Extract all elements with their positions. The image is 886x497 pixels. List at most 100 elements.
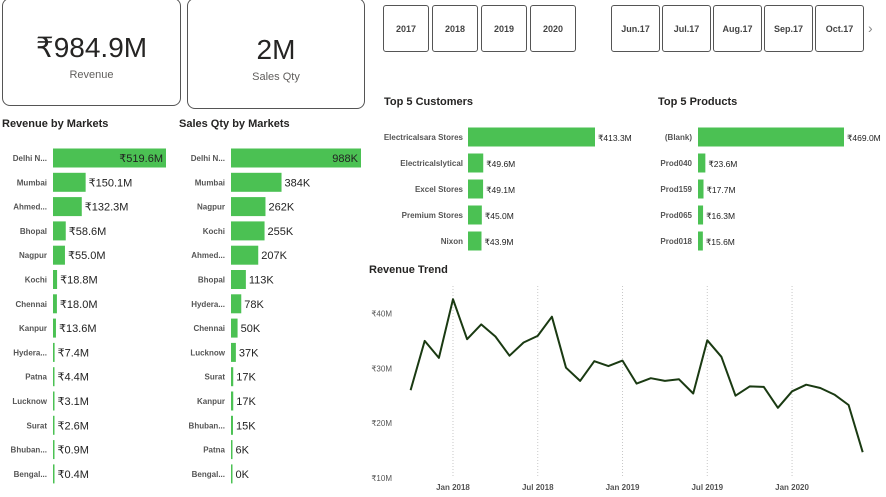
bar[interactable] xyxy=(53,221,66,241)
sales-qty-card: 2M Sales Qty xyxy=(187,0,365,109)
bar[interactable] xyxy=(698,127,844,147)
data-label: ₹2.6M xyxy=(58,420,89,432)
bar[interactable] xyxy=(53,415,55,435)
bar[interactable] xyxy=(53,172,86,192)
bar[interactable] xyxy=(231,197,266,217)
data-label: 17K xyxy=(236,372,256,384)
data-label: 262K xyxy=(268,202,294,214)
bar[interactable] xyxy=(231,342,236,362)
bar[interactable] xyxy=(468,179,484,199)
category-label: Ahmed... xyxy=(13,203,47,212)
year-button-2017[interactable]: 2017 xyxy=(383,5,429,52)
data-label: ₹23.6M xyxy=(708,159,737,169)
category-label: Surat xyxy=(27,421,48,430)
data-label: 0K xyxy=(236,469,250,481)
bar[interactable] xyxy=(231,464,233,484)
bar[interactable] xyxy=(53,197,82,217)
category-label: Kochi xyxy=(25,276,47,285)
bar[interactable] xyxy=(53,294,57,314)
data-label: ₹469.0M xyxy=(847,133,881,143)
x-tick-label: Jul 2018 xyxy=(522,483,554,492)
bar[interactable] xyxy=(53,318,56,338)
bar[interactable] xyxy=(231,318,238,338)
bar[interactable] xyxy=(231,172,282,192)
bar[interactable] xyxy=(231,270,246,289)
bar[interactable] xyxy=(698,153,706,173)
data-label: ₹55.0M xyxy=(68,250,106,262)
data-label: 207K xyxy=(261,250,287,262)
bar[interactable] xyxy=(468,153,484,173)
x-tick-label: Jan 2018 xyxy=(436,483,470,492)
x-tick-label: Jul 2019 xyxy=(691,483,723,492)
data-label: ₹18.0M xyxy=(60,299,98,311)
bar[interactable] xyxy=(53,342,55,362)
bar[interactable] xyxy=(698,231,703,251)
bar[interactable] xyxy=(231,440,233,460)
category-label: Hydera... xyxy=(13,348,47,357)
data-label: ₹0.9M xyxy=(58,445,89,457)
bar[interactable] xyxy=(698,179,704,199)
data-label: ₹7.4M xyxy=(58,347,89,359)
bar[interactable] xyxy=(53,270,58,289)
category-label: Lucknow xyxy=(12,397,47,406)
data-label: ₹0.4M xyxy=(58,469,89,481)
bar[interactable] xyxy=(53,245,65,265)
bar[interactable] xyxy=(53,464,55,484)
bar[interactable] xyxy=(468,127,595,147)
data-label: ₹15.6M xyxy=(706,237,735,247)
bar[interactable] xyxy=(231,294,242,314)
category-label: Patna xyxy=(203,446,225,455)
category-label: Electricalslytical xyxy=(400,159,463,168)
bar[interactable] xyxy=(53,391,55,411)
category-label: Mumbai xyxy=(17,178,47,187)
bar[interactable] xyxy=(231,415,233,435)
y-tick-label: ₹20M xyxy=(371,419,392,428)
revenue-by-markets-title: Revenue by Markets xyxy=(2,118,109,130)
bar[interactable] xyxy=(468,231,482,251)
category-label: Patna xyxy=(25,373,47,382)
top5-products-title: Top 5 Products xyxy=(658,96,738,108)
category-label: Chennai xyxy=(15,300,47,309)
data-label: ₹3.1M xyxy=(58,396,89,408)
category-label: Prod065 xyxy=(660,211,692,220)
bar[interactable] xyxy=(231,245,259,265)
category-label: (Blank) xyxy=(665,133,692,142)
revenue-by-markets-chart: Delhi N... ₹519.6M Mumbai ₹150.1M Ahmed... ₹1… xyxy=(11,148,166,484)
data-label: ₹132.3M xyxy=(85,202,129,214)
category-label: Delhi N... xyxy=(191,154,225,163)
sales-qty-by-markets-title: Sales Qty by Markets xyxy=(179,118,290,130)
month-button-jul17[interactable]: Jul.17 xyxy=(662,5,711,52)
month-button-aug17[interactable]: Aug.17 xyxy=(713,5,762,52)
data-label: ₹49.1M xyxy=(486,185,515,195)
data-label: 255K xyxy=(268,226,294,238)
data-label: ₹45.0M xyxy=(485,211,514,221)
bar[interactable] xyxy=(698,205,704,225)
bar[interactable] xyxy=(231,391,234,411)
month-button-sep17[interactable]: Sep.17 xyxy=(764,5,813,52)
chevron-right-icon[interactable]: › xyxy=(868,20,873,36)
category-label: Chennai xyxy=(193,324,225,333)
year-button-2020[interactable]: 2020 xyxy=(530,5,576,52)
year-button-2018[interactable]: 2018 xyxy=(432,5,478,52)
bar[interactable] xyxy=(53,367,55,387)
top5-products-chart: (Blank) ₹469.0M Prod040 ₹23.6M Prod159 ₹17.7M… xyxy=(660,127,881,251)
month-button-oct17[interactable]: Oct.17 xyxy=(815,5,864,52)
category-label: Excel Stores xyxy=(415,185,464,194)
category-label: Ahmed... xyxy=(191,251,225,260)
data-label: 988K xyxy=(332,153,358,165)
bar[interactable] xyxy=(53,440,55,460)
x-tick-label: Jan 2019 xyxy=(606,483,640,492)
bar[interactable] xyxy=(231,367,234,387)
data-label: ₹150.1M xyxy=(89,177,133,189)
revenue-label: Revenue xyxy=(69,69,114,81)
data-label: 17K xyxy=(236,396,256,408)
year-button-2019[interactable]: 2019 xyxy=(481,5,527,52)
month-button-jun17[interactable]: Jun.17 xyxy=(611,5,660,52)
category-label: Electricalsara Stores xyxy=(384,133,464,142)
revenue-trend-line[interactable] xyxy=(409,298,864,453)
data-label: ₹58.6M xyxy=(69,226,107,238)
bar[interactable] xyxy=(231,221,265,241)
data-label: ₹17.7M xyxy=(707,185,736,195)
bar[interactable] xyxy=(468,205,482,225)
sales-qty-label: Sales Qty xyxy=(252,71,300,83)
